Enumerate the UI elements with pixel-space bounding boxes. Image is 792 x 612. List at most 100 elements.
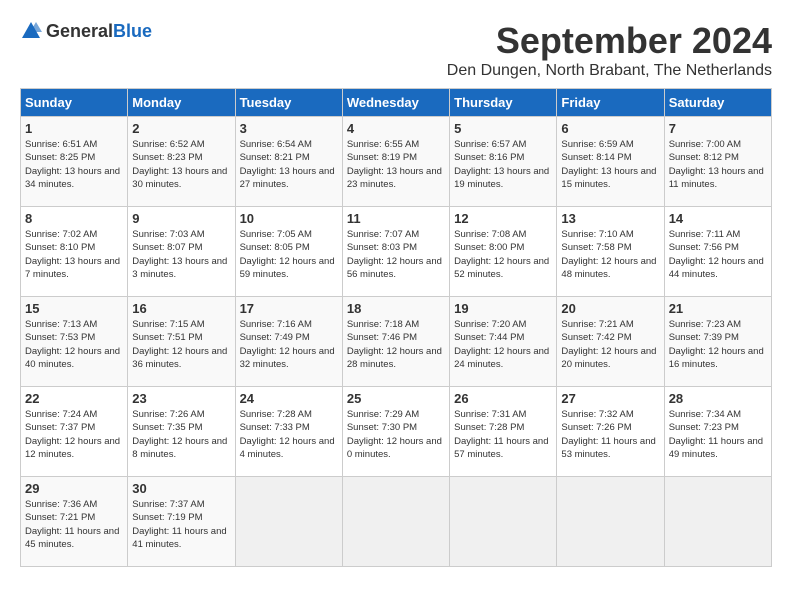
day-number: 24 [240,391,338,406]
day-number: 16 [132,301,230,316]
calendar-table: Sunday Monday Tuesday Wednesday Thursday… [20,88,772,567]
table-cell: 19 Sunrise: 7:20 AM Sunset: 7:44 PM Dayl… [450,297,557,387]
day-info: Sunrise: 7:11 AM Sunset: 7:56 PM Dayligh… [669,228,767,281]
page-title: September 2024 [447,20,772,62]
day-number: 21 [669,301,767,316]
header-saturday: Saturday [664,89,771,117]
day-info: Sunrise: 7:32 AM Sunset: 7:26 PM Dayligh… [561,408,659,461]
day-number: 23 [132,391,230,406]
table-cell: 12 Sunrise: 7:08 AM Sunset: 8:00 PM Dayl… [450,207,557,297]
logo: GeneralBlue [20,20,152,42]
day-number: 9 [132,211,230,226]
day-info: Sunrise: 7:20 AM Sunset: 7:44 PM Dayligh… [454,318,552,371]
logo-general: General [46,21,113,41]
day-number: 22 [25,391,123,406]
header-friday: Friday [557,89,664,117]
day-info: Sunrise: 7:26 AM Sunset: 7:35 PM Dayligh… [132,408,230,461]
day-info: Sunrise: 7:34 AM Sunset: 7:23 PM Dayligh… [669,408,767,461]
day-info: Sunrise: 6:55 AM Sunset: 8:19 PM Dayligh… [347,138,445,191]
day-info: Sunrise: 7:00 AM Sunset: 8:12 PM Dayligh… [669,138,767,191]
day-number: 15 [25,301,123,316]
day-number: 3 [240,121,338,136]
day-info: Sunrise: 7:23 AM Sunset: 7:39 PM Dayligh… [669,318,767,371]
table-cell: 27 Sunrise: 7:32 AM Sunset: 7:26 PM Dayl… [557,387,664,477]
day-info: Sunrise: 7:13 AM Sunset: 7:53 PM Dayligh… [25,318,123,371]
day-number: 19 [454,301,552,316]
day-info: Sunrise: 7:29 AM Sunset: 7:30 PM Dayligh… [347,408,445,461]
table-cell [235,477,342,567]
day-info: Sunrise: 7:16 AM Sunset: 7:49 PM Dayligh… [240,318,338,371]
day-info: Sunrise: 7:08 AM Sunset: 8:00 PM Dayligh… [454,228,552,281]
table-cell: 1 Sunrise: 6:51 AM Sunset: 8:25 PM Dayli… [21,117,128,207]
day-number: 17 [240,301,338,316]
table-cell: 5 Sunrise: 6:57 AM Sunset: 8:16 PM Dayli… [450,117,557,207]
table-cell: 24 Sunrise: 7:28 AM Sunset: 7:33 PM Dayl… [235,387,342,477]
table-cell: 25 Sunrise: 7:29 AM Sunset: 7:30 PM Dayl… [342,387,449,477]
table-cell: 23 Sunrise: 7:26 AM Sunset: 7:35 PM Dayl… [128,387,235,477]
table-cell: 18 Sunrise: 7:18 AM Sunset: 7:46 PM Dayl… [342,297,449,387]
day-info: Sunrise: 7:10 AM Sunset: 7:58 PM Dayligh… [561,228,659,281]
day-number: 2 [132,121,230,136]
day-number: 26 [454,391,552,406]
location-subtitle: Den Dungen, North Brabant, The Netherlan… [447,62,772,80]
day-number: 10 [240,211,338,226]
day-info: Sunrise: 6:51 AM Sunset: 8:25 PM Dayligh… [25,138,123,191]
logo-icon [20,20,42,42]
day-info: Sunrise: 7:31 AM Sunset: 7:28 PM Dayligh… [454,408,552,461]
table-cell: 16 Sunrise: 7:15 AM Sunset: 7:51 PM Dayl… [128,297,235,387]
table-cell: 9 Sunrise: 7:03 AM Sunset: 8:07 PM Dayli… [128,207,235,297]
table-cell: 6 Sunrise: 6:59 AM Sunset: 8:14 PM Dayli… [557,117,664,207]
day-info: Sunrise: 7:37 AM Sunset: 7:19 PM Dayligh… [132,498,230,551]
table-cell [557,477,664,567]
day-number: 8 [25,211,123,226]
day-number: 11 [347,211,445,226]
table-cell: 11 Sunrise: 7:07 AM Sunset: 8:03 PM Dayl… [342,207,449,297]
table-cell [664,477,771,567]
table-cell: 21 Sunrise: 7:23 AM Sunset: 7:39 PM Dayl… [664,297,771,387]
header-sunday: Sunday [21,89,128,117]
day-info: Sunrise: 7:21 AM Sunset: 7:42 PM Dayligh… [561,318,659,371]
table-cell: 2 Sunrise: 6:52 AM Sunset: 8:23 PM Dayli… [128,117,235,207]
day-info: Sunrise: 7:07 AM Sunset: 8:03 PM Dayligh… [347,228,445,281]
table-cell: 13 Sunrise: 7:10 AM Sunset: 7:58 PM Dayl… [557,207,664,297]
day-number: 14 [669,211,767,226]
day-info: Sunrise: 7:18 AM Sunset: 7:46 PM Dayligh… [347,318,445,371]
day-info: Sunrise: 7:28 AM Sunset: 7:33 PM Dayligh… [240,408,338,461]
table-cell: 3 Sunrise: 6:54 AM Sunset: 8:21 PM Dayli… [235,117,342,207]
table-cell: 20 Sunrise: 7:21 AM Sunset: 7:42 PM Dayl… [557,297,664,387]
day-number: 28 [669,391,767,406]
day-number: 13 [561,211,659,226]
day-info: Sunrise: 6:52 AM Sunset: 8:23 PM Dayligh… [132,138,230,191]
table-cell: 26 Sunrise: 7:31 AM Sunset: 7:28 PM Dayl… [450,387,557,477]
header-thursday: Thursday [450,89,557,117]
day-number: 5 [454,121,552,136]
day-number: 20 [561,301,659,316]
day-info: Sunrise: 7:05 AM Sunset: 8:05 PM Dayligh… [240,228,338,281]
header-wednesday: Wednesday [342,89,449,117]
day-number: 30 [132,481,230,496]
day-info: Sunrise: 7:03 AM Sunset: 8:07 PM Dayligh… [132,228,230,281]
table-cell: 30 Sunrise: 7:37 AM Sunset: 7:19 PM Dayl… [128,477,235,567]
day-number: 25 [347,391,445,406]
header-monday: Monday [128,89,235,117]
table-cell: 7 Sunrise: 7:00 AM Sunset: 8:12 PM Dayli… [664,117,771,207]
day-number: 6 [561,121,659,136]
header-tuesday: Tuesday [235,89,342,117]
day-info: Sunrise: 7:15 AM Sunset: 7:51 PM Dayligh… [132,318,230,371]
table-cell: 4 Sunrise: 6:55 AM Sunset: 8:19 PM Dayli… [342,117,449,207]
table-cell [450,477,557,567]
day-number: 29 [25,481,123,496]
table-cell: 17 Sunrise: 7:16 AM Sunset: 7:49 PM Dayl… [235,297,342,387]
day-info: Sunrise: 7:02 AM Sunset: 8:10 PM Dayligh… [25,228,123,281]
day-number: 1 [25,121,123,136]
day-info: Sunrise: 7:24 AM Sunset: 7:37 PM Dayligh… [25,408,123,461]
table-cell: 29 Sunrise: 7:36 AM Sunset: 7:21 PM Dayl… [21,477,128,567]
day-info: Sunrise: 7:36 AM Sunset: 7:21 PM Dayligh… [25,498,123,551]
day-number: 7 [669,121,767,136]
table-cell: 14 Sunrise: 7:11 AM Sunset: 7:56 PM Dayl… [664,207,771,297]
table-cell: 10 Sunrise: 7:05 AM Sunset: 8:05 PM Dayl… [235,207,342,297]
day-info: Sunrise: 6:59 AM Sunset: 8:14 PM Dayligh… [561,138,659,191]
table-cell: 15 Sunrise: 7:13 AM Sunset: 7:53 PM Dayl… [21,297,128,387]
table-cell: 8 Sunrise: 7:02 AM Sunset: 8:10 PM Dayli… [21,207,128,297]
table-cell [342,477,449,567]
